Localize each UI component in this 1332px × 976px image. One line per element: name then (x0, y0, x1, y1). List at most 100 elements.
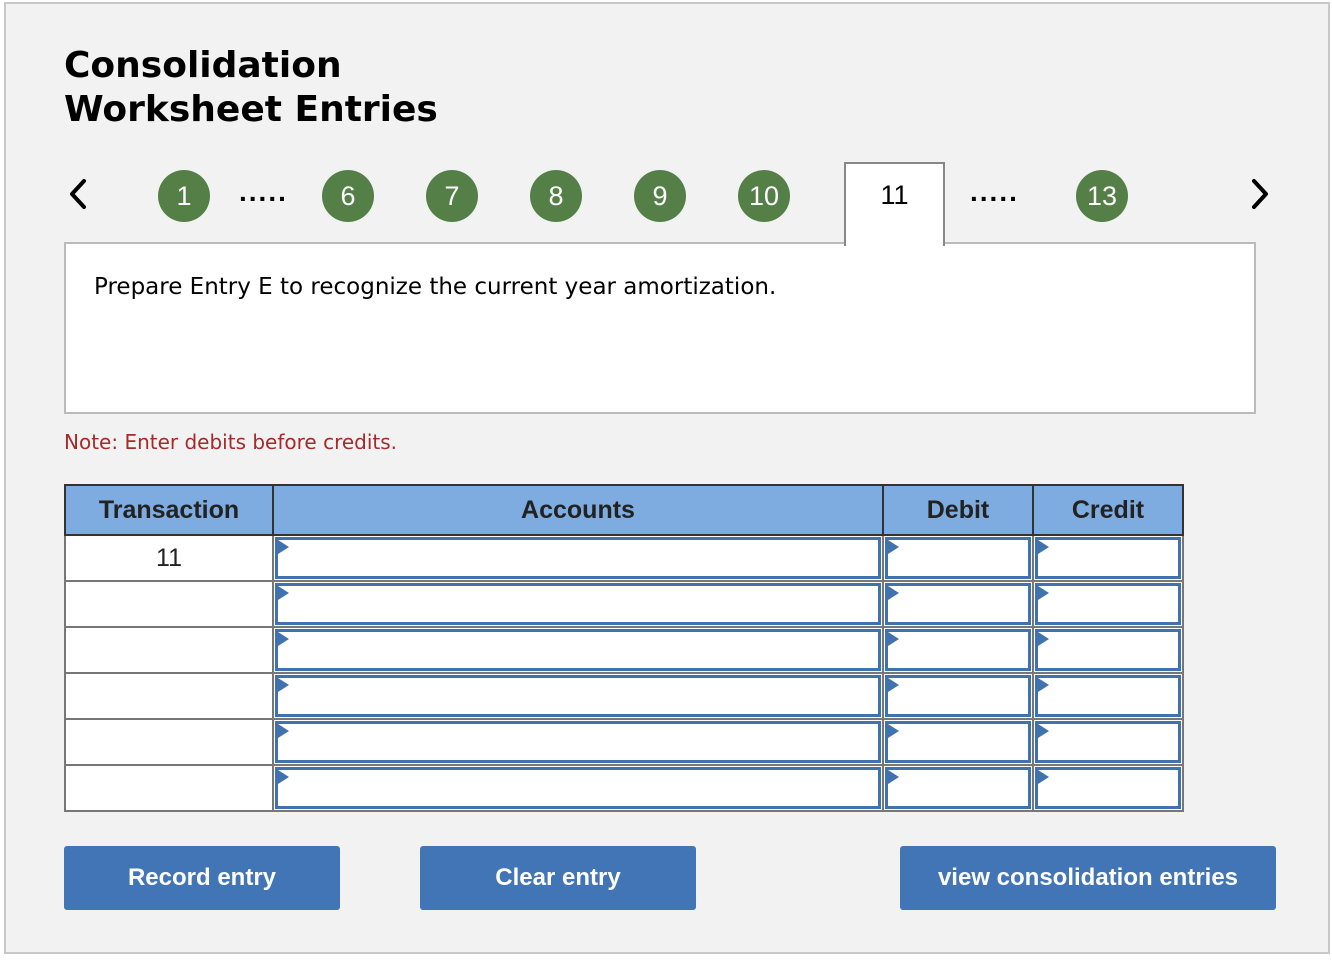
debit-input-box (885, 767, 1031, 809)
cell-marker-icon (888, 540, 899, 554)
account-dropdown-box (275, 537, 881, 579)
credit-input-box (1035, 675, 1181, 717)
debit-cell (882, 580, 1034, 628)
debit-input[interactable] (888, 770, 1028, 806)
debit-input[interactable] (888, 724, 1028, 760)
debit-input[interactable] (888, 586, 1028, 622)
debit-cell (882, 764, 1034, 812)
table-row (64, 580, 1184, 628)
cell-marker-icon (278, 540, 289, 554)
header-debit: Debit (882, 484, 1034, 536)
account-dropdown-box (275, 721, 881, 763)
cell-marker-icon (888, 678, 899, 692)
credit-input-box (1035, 629, 1181, 671)
debit-input-box (885, 537, 1031, 579)
header-credit: Credit (1032, 484, 1184, 536)
account-dropdown[interactable] (278, 540, 878, 576)
credit-cell (1032, 626, 1184, 674)
step-10[interactable]: 10 (738, 170, 790, 222)
account-dropdown[interactable] (278, 770, 878, 806)
credit-cell (1032, 764, 1184, 812)
previous-step-button[interactable] (64, 176, 94, 212)
debit-cell (882, 672, 1034, 720)
cell-marker-icon (1038, 678, 1049, 692)
chevron-right-icon (1252, 179, 1268, 209)
header-accounts: Accounts (272, 484, 884, 536)
account-dropdown-box (275, 767, 881, 809)
debit-credit-note: Note: Enter debits before credits. (64, 430, 398, 454)
credit-cell (1032, 534, 1184, 582)
credit-input-box (1035, 537, 1181, 579)
transaction-cell (64, 580, 274, 628)
table-header-row: Transaction Accounts Debit Credit (64, 484, 1184, 536)
credit-cell (1032, 672, 1184, 720)
debit-input[interactable] (888, 678, 1028, 714)
credit-input[interactable] (1038, 770, 1178, 806)
cell-marker-icon (888, 724, 899, 738)
cell-marker-icon (888, 586, 899, 600)
credit-input[interactable] (1038, 586, 1178, 622)
transaction-cell (64, 626, 274, 674)
credit-cell (1032, 718, 1184, 766)
step-9[interactable]: 9 (634, 170, 686, 222)
account-cell (272, 580, 884, 628)
account-cell (272, 626, 884, 674)
step-7[interactable]: 7 (426, 170, 478, 222)
title-line-2: Worksheet Entries (64, 89, 438, 130)
page-title: Consolidation Worksheet Entries (64, 44, 438, 132)
account-dropdown-box (275, 675, 881, 717)
account-dropdown-box (275, 629, 881, 671)
worksheet-panel: Consolidation Worksheet Entries 1 ..... … (4, 2, 1330, 954)
account-cell (272, 764, 884, 812)
credit-input[interactable] (1038, 540, 1178, 576)
debit-input-box (885, 721, 1031, 763)
cell-marker-icon (888, 632, 899, 646)
transaction-cell (64, 718, 274, 766)
step-8[interactable]: 8 (530, 170, 582, 222)
credit-input[interactable] (1038, 724, 1178, 760)
transaction-cell (64, 672, 274, 720)
account-dropdown[interactable] (278, 586, 878, 622)
debit-input[interactable] (888, 540, 1028, 576)
step-1[interactable]: 1 (158, 170, 210, 222)
chevron-left-icon (70, 179, 86, 209)
account-dropdown[interactable] (278, 678, 878, 714)
debit-input-box (885, 583, 1031, 625)
header-transaction: Transaction (64, 484, 274, 536)
cell-marker-icon (278, 770, 289, 784)
debit-input-box (885, 629, 1031, 671)
record-entry-button[interactable]: Record entry (64, 846, 340, 910)
cell-marker-icon (888, 770, 899, 784)
step-ellipsis: ..... (239, 176, 288, 207)
debit-cell (882, 626, 1034, 674)
account-cell (272, 718, 884, 766)
cell-marker-icon (1038, 540, 1049, 554)
transaction-cell: 11 (64, 534, 274, 582)
credit-input-box (1035, 583, 1181, 625)
account-cell (272, 534, 884, 582)
table-row (64, 626, 1184, 674)
journal-entry-table: Transaction Accounts Debit Credit 11 (64, 484, 1184, 812)
table-row (64, 718, 1184, 766)
debit-cell (882, 534, 1034, 582)
step-13[interactable]: 13 (1076, 170, 1128, 222)
next-step-button[interactable] (1244, 176, 1274, 212)
transaction-cell (64, 764, 274, 812)
credit-input-box (1035, 767, 1181, 809)
credit-input[interactable] (1038, 632, 1178, 668)
debit-input[interactable] (888, 632, 1028, 668)
account-dropdown[interactable] (278, 632, 878, 668)
step-11-active-tab[interactable]: 11 (844, 162, 945, 246)
credit-input[interactable] (1038, 678, 1178, 714)
table-row: 11 (64, 534, 1184, 582)
view-consolidation-entries-button[interactable]: view consolidation entries (900, 846, 1276, 910)
debit-cell (882, 718, 1034, 766)
clear-entry-button[interactable]: Clear entry (420, 846, 696, 910)
account-dropdown-box (275, 583, 881, 625)
step-6[interactable]: 6 (322, 170, 374, 222)
cell-marker-icon (278, 724, 289, 738)
credit-cell (1032, 580, 1184, 628)
instruction-box: Prepare Entry E to recognize the current… (64, 242, 1256, 414)
cell-marker-icon (278, 678, 289, 692)
account-dropdown[interactable] (278, 724, 878, 760)
